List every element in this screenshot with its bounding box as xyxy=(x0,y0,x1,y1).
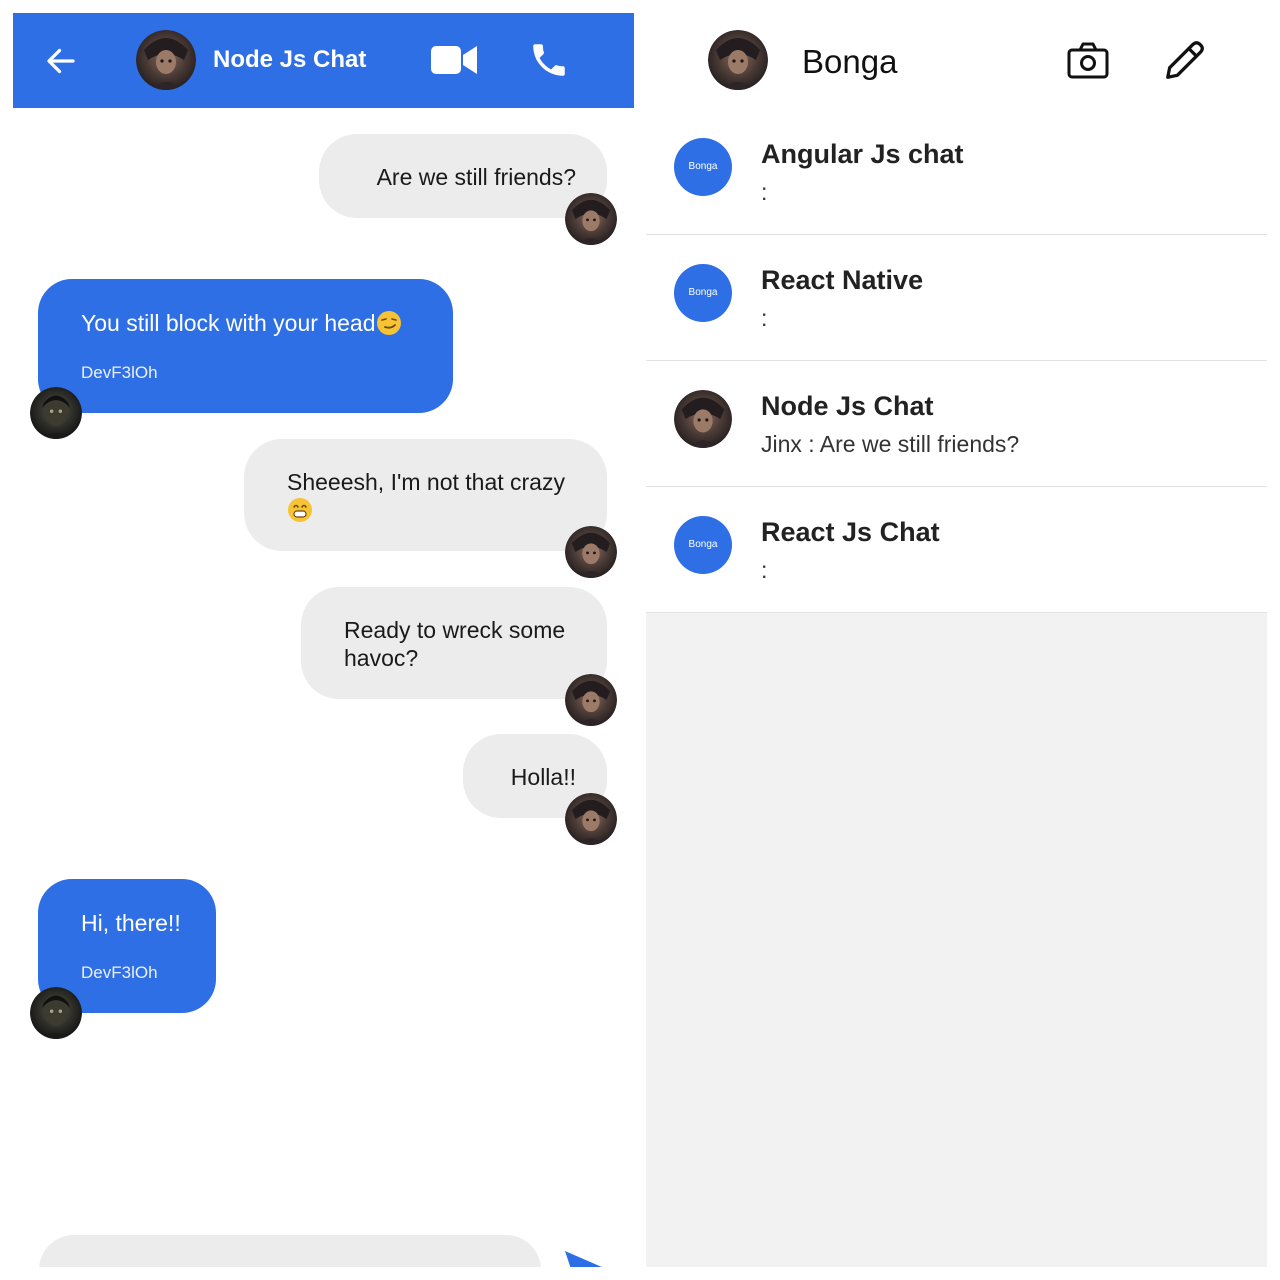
phone-icon[interactable] xyxy=(528,39,570,81)
sender-avatar xyxy=(30,387,82,439)
message-text: Hi, there!! xyxy=(81,910,181,936)
message-text: Sheeesh, I'm not that crazy xyxy=(287,468,576,524)
message-bubble[interactable]: Are we still friends? xyxy=(319,134,607,218)
conversation-preview: : xyxy=(761,557,768,583)
sender-avatar xyxy=(565,793,617,845)
profile-avatar[interactable] xyxy=(708,30,768,90)
grin-emoji-icon xyxy=(288,498,312,522)
message-bubble[interactable]: Ready to wreck some havoc? xyxy=(301,587,607,699)
conversation-preview: Jinx : Are we still friends? xyxy=(761,431,1020,457)
chat-screen: Node Js Chat Are we still friends? You s… xyxy=(13,13,634,1267)
conversation-item[interactable]: Bonga Angular Js chat : xyxy=(646,109,1267,235)
message-text: Holla!! xyxy=(510,764,576,790)
conversations-header: Bonga xyxy=(646,13,1267,109)
conversation-name: Node Js Chat xyxy=(761,391,934,421)
sender-avatar xyxy=(565,674,617,726)
message-text: You still block with your head xyxy=(81,309,433,337)
message-text: Are we still friends? xyxy=(376,164,576,190)
sender-avatar xyxy=(565,193,617,245)
message-input[interactable] xyxy=(39,1235,541,1267)
conversation-preview: : xyxy=(761,179,768,205)
chat-header: Node Js Chat xyxy=(13,13,634,108)
conversations-screen: Bonga Bonga Angular Js chat : Bonga Reac… xyxy=(646,13,1267,1267)
conversation-name: Angular Js chat xyxy=(761,139,964,169)
conversation-name: React Native xyxy=(761,265,924,295)
back-arrow-icon[interactable] xyxy=(43,43,79,79)
pencil-icon[interactable] xyxy=(1162,37,1208,83)
conversation-name: React Js Chat xyxy=(761,517,940,547)
message-bubble[interactable]: Sheeesh, I'm not that crazy xyxy=(244,439,607,551)
send-icon[interactable] xyxy=(565,1251,611,1267)
conversation-avatar: Bonga xyxy=(674,138,732,196)
conversation-avatar xyxy=(674,390,732,448)
conversation-avatar: Bonga xyxy=(674,264,732,322)
message-text: Ready to wreck some havoc? xyxy=(344,617,566,671)
message-bubble[interactable]: You still block with your head DevF3lOh xyxy=(38,279,453,413)
sender-avatar xyxy=(565,526,617,578)
sender-avatar xyxy=(30,987,82,1039)
conversation-item[interactable]: Bonga React Native : xyxy=(646,235,1267,361)
conversation-avatar: Bonga xyxy=(674,516,732,574)
smirk-emoji-icon xyxy=(376,311,401,335)
camera-icon[interactable] xyxy=(1066,41,1110,81)
message-sender: DevF3lOh xyxy=(81,963,158,982)
conversation-item[interactable]: Node Js Chat Jinx : Are we still friends… xyxy=(646,361,1267,487)
chat-title: Node Js Chat xyxy=(213,46,367,73)
video-camera-icon[interactable] xyxy=(431,43,477,77)
conversation-preview: : xyxy=(761,305,768,331)
conversation-item[interactable]: Bonga React Js Chat : xyxy=(646,487,1267,613)
chat-avatar[interactable] xyxy=(136,30,196,90)
message-sender: DevF3lOh xyxy=(81,363,158,382)
profile-name: Bonga xyxy=(802,43,898,80)
